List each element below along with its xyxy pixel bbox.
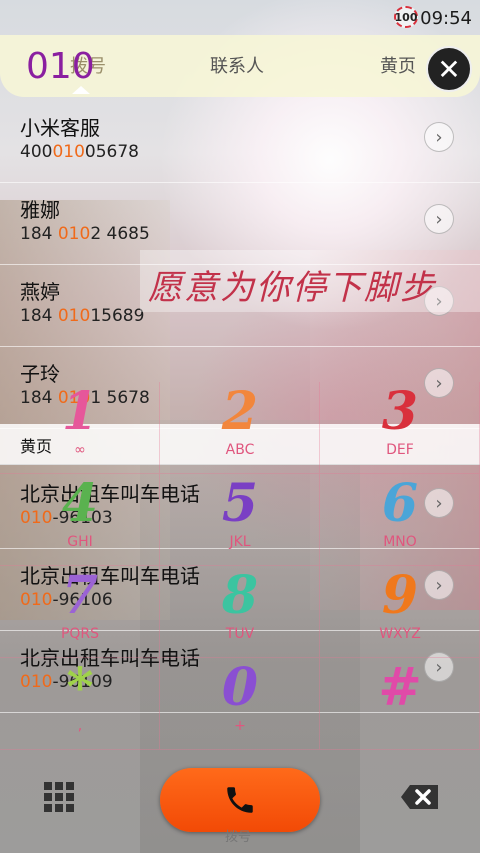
contact-name: 燕婷 (20, 280, 60, 304)
key-2[interactable]: 2 ABC (160, 382, 320, 474)
key-digit: 3 (381, 381, 419, 442)
key-1[interactable]: 1 ∞ (0, 382, 160, 474)
key-letters: + (234, 718, 246, 734)
close-icon: ✕ (437, 52, 461, 86)
keypad-toggle-icon[interactable] (44, 782, 74, 812)
key-digit: 6 (381, 473, 419, 534)
key-letters: WXYZ (379, 626, 421, 642)
contact-name: 小米客服 (20, 116, 100, 140)
close-button[interactable]: ✕ (426, 46, 472, 92)
voicemail-icon: ∞ (74, 442, 86, 458)
wallpaper-caption: 愿意为你停下脚步 (140, 250, 480, 312)
tab-contacts[interactable]: 联系人 (210, 52, 264, 78)
clock: 09:54 (420, 8, 472, 29)
key-letters: , (77, 718, 83, 734)
key-digit: 0 (221, 657, 259, 718)
key-digit: # (378, 657, 422, 718)
dialed-digits: 010 (26, 46, 95, 87)
key-9[interactable]: 9 WXYZ (320, 566, 480, 658)
caption-text: 愿意为你停下脚步 (148, 268, 436, 308)
key-digit: 8 (221, 565, 259, 626)
phone-icon (227, 787, 253, 813)
key-letters: DEF (386, 442, 414, 458)
key-letters: MNO (383, 534, 417, 550)
detail-arrow-icon[interactable]: › (424, 204, 454, 234)
status-bar: 100 09:54 (0, 0, 480, 34)
contact-row[interactable]: 小米客服 40001005678 › (0, 100, 480, 183)
tab-indicator (72, 86, 90, 94)
key-digit: 4 (61, 473, 99, 534)
key-0[interactable]: 0 + (160, 658, 320, 750)
key-letters: ABC (225, 442, 255, 458)
call-label: 拨号 (225, 830, 252, 845)
key-digit: 7 (61, 565, 99, 626)
key-digit: 1 (61, 381, 99, 442)
key-6[interactable]: 6 MNO (320, 474, 480, 566)
key-letters: GHI (67, 534, 93, 550)
battery-icon: 100 (394, 6, 418, 28)
key-digit: * (66, 657, 94, 718)
key-8[interactable]: 8 TUV (160, 566, 320, 658)
key-digit: 2 (221, 381, 259, 442)
contact-number: 40001005678 (20, 142, 139, 162)
key-letters: PQRS (60, 626, 100, 642)
key-hash[interactable]: # (320, 658, 480, 750)
key-digit: 5 (221, 473, 259, 534)
contact-number: 184 0102 4685 (20, 224, 150, 244)
key-digit: 9 (381, 565, 419, 626)
call-button[interactable] (160, 768, 320, 832)
key-star[interactable]: * , (0, 658, 160, 750)
key-3[interactable]: 3 DEF (320, 382, 480, 474)
contact-name: 雅娜 (20, 198, 60, 222)
key-letters: JKL (229, 534, 251, 550)
detail-arrow-icon[interactable]: › (424, 122, 454, 152)
key-7[interactable]: 7 PQRS (0, 566, 160, 658)
tab-yellow-pages[interactable]: 黄页 (380, 52, 416, 78)
key-4[interactable]: 4 GHI (0, 474, 160, 566)
backspace-icon[interactable] (400, 784, 440, 810)
bottom-bar: 拨号 (0, 760, 480, 853)
contact-number: 184 01015689 (20, 306, 145, 326)
key-5[interactable]: 5 JKL (160, 474, 320, 566)
key-letters: TUV (225, 626, 255, 642)
